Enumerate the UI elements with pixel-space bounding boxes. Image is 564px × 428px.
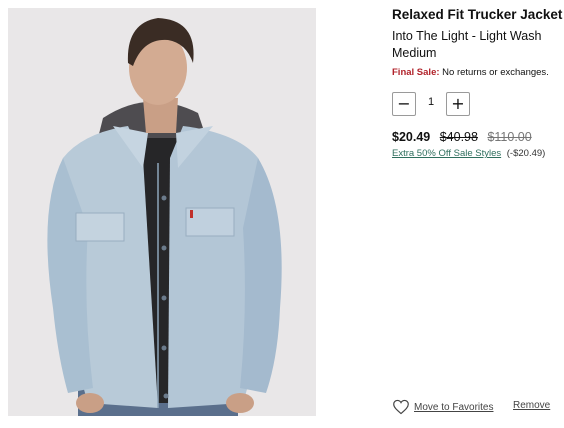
- list-price: $110.00: [487, 130, 532, 144]
- quantity-value: 1: [427, 96, 435, 108]
- product-size: Medium: [392, 46, 437, 60]
- denim-jacket-model-illustration: [8, 8, 316, 416]
- decrease-quantity-button[interactable]: −: [392, 92, 416, 116]
- heart-outline-icon: [393, 399, 409, 415]
- promo-line: Extra 50% Off Sale Styles (-$20.49): [392, 148, 545, 159]
- product-color: Into The Light - Light Wash: [392, 29, 542, 43]
- quantity-stepper: − 1 +: [392, 92, 472, 116]
- promo-link[interactable]: Extra 50% Off Sale Styles: [392, 148, 501, 159]
- remove-button[interactable]: Remove: [513, 400, 550, 411]
- move-to-favorites-label: Move to Favorites: [414, 401, 494, 413]
- sale-price: $20.49: [392, 130, 431, 144]
- price-row: $20.49 $40.98 $110.00: [392, 130, 532, 144]
- original-price: $40.98: [439, 130, 478, 144]
- product-title[interactable]: Relaxed Fit Trucker Jacket: [392, 7, 562, 22]
- final-sale-text: No returns or exchanges.: [442, 67, 549, 78]
- promo-amount: (-$20.49): [506, 148, 546, 159]
- product-image[interactable]: [8, 8, 316, 416]
- increase-quantity-button[interactable]: +: [446, 92, 470, 116]
- final-sale-notice: Final Sale: No returns or exchanges.: [392, 67, 549, 78]
- final-sale-label: Final Sale:: [392, 67, 440, 78]
- move-to-favorites-button[interactable]: Move to Favorites: [392, 399, 493, 415]
